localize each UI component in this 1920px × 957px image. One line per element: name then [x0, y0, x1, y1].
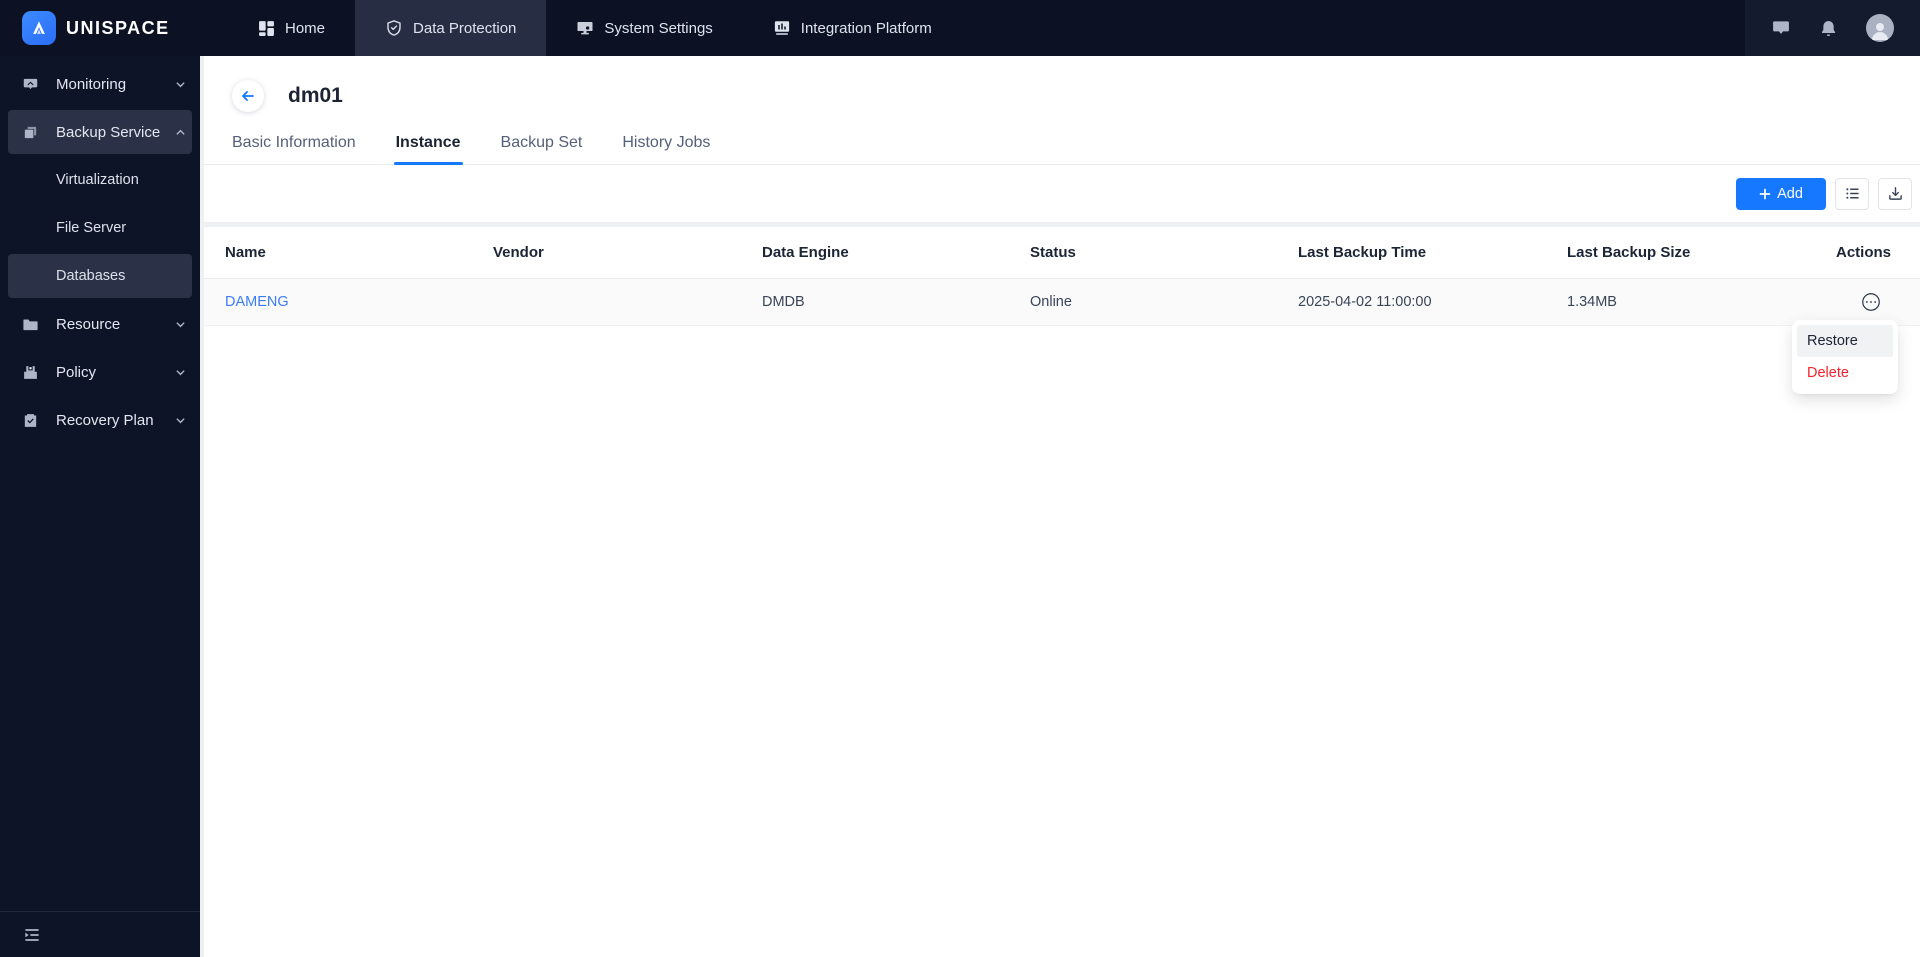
- arrow-left-icon: [242, 91, 254, 101]
- nav-home-label: Home: [285, 19, 326, 37]
- archive-save-icon: [22, 364, 40, 381]
- cell-last-backup-size: 1.34MB: [1567, 294, 1617, 310]
- instance-name-link[interactable]: DAMENG: [225, 294, 289, 310]
- cell-last-backup-time: 2025-04-02 11:00:00: [1298, 294, 1432, 310]
- menu-item-restore[interactable]: Restore: [1797, 325, 1893, 357]
- folder-icon: [22, 316, 40, 333]
- ellipsis-circle-icon[interactable]: [1860, 291, 1882, 313]
- menu-item-delete[interactable]: Delete: [1797, 357, 1893, 389]
- page-header: dm01 Basic Information Instance Backup S…: [204, 56, 1920, 222]
- detail-tabs: Basic Information Instance Backup Set Hi…: [204, 134, 1920, 165]
- sidebar-footer: [0, 911, 200, 957]
- table-toolbar: Add: [204, 165, 1920, 222]
- menu-fold-icon[interactable]: [22, 925, 42, 945]
- add-button-label: Add: [1777, 185, 1803, 202]
- chevron-up-icon: [175, 127, 186, 138]
- topbar-right: [1745, 0, 1920, 56]
- sidebar-label: Databases: [56, 268, 126, 284]
- sidebar-label: Recovery Plan: [56, 411, 154, 429]
- sidebar-item-file-server[interactable]: File Server: [0, 204, 200, 252]
- sidebar-label: Monitoring: [56, 75, 127, 93]
- sidebar-item-policy[interactable]: Policy: [0, 348, 200, 396]
- nav-home[interactable]: Home: [228, 0, 355, 56]
- nav-integration-platform[interactable]: Integration Platform: [743, 0, 962, 56]
- nav-system-settings[interactable]: System Settings: [546, 0, 742, 56]
- copy-layers-icon: [22, 124, 40, 141]
- chevron-down-icon: [175, 415, 186, 426]
- top-navbar: UNISPACE Home Data Protection System Set…: [0, 0, 1920, 56]
- nav-system-settings-label: System Settings: [604, 19, 713, 37]
- cell-data-engine: DMDB: [762, 294, 805, 310]
- column-header-last-backup-time: Last Backup Time: [1298, 244, 1427, 261]
- column-header-name: Name: [225, 244, 266, 261]
- tab-history-jobs[interactable]: History Jobs: [620, 134, 712, 164]
- download-icon: [1888, 187, 1902, 200]
- cell-status: Online: [1030, 294, 1072, 310]
- chevron-down-icon: [175, 79, 186, 90]
- sidebar-item-resource[interactable]: Resource: [0, 300, 200, 348]
- tab-backup-set[interactable]: Backup Set: [499, 134, 585, 164]
- sidebar-label: Backup Service: [56, 123, 161, 141]
- sidebar-label: File Server: [56, 220, 127, 236]
- column-settings-button[interactable]: [1835, 177, 1870, 210]
- chevron-down-icon: [175, 319, 186, 330]
- sidebar-label: Virtualization: [56, 172, 139, 188]
- sidebar-item-monitoring[interactable]: Monitoring: [0, 60, 200, 108]
- column-header-vendor: Vendor: [493, 244, 544, 261]
- tab-basic-information[interactable]: Basic Information: [230, 134, 358, 164]
- monitor-icon: [577, 22, 593, 35]
- export-button[interactable]: [1878, 177, 1913, 210]
- column-header-actions: Actions: [1836, 244, 1892, 261]
- table-header-row: Name Vendor Data Engine Status Last Back…: [204, 227, 1920, 279]
- instance-table: Name Vendor Data Engine Status Last Back…: [204, 227, 1920, 326]
- unispace-logo-icon: [22, 11, 56, 45]
- back-button[interactable]: [232, 80, 264, 112]
- brand-name: UNISPACE: [66, 17, 170, 38]
- bar-chart-box-icon: [774, 21, 789, 35]
- top-nav: Home Data Protection System Settings Int…: [228, 0, 962, 56]
- sidebar-item-databases[interactable]: Databases: [0, 252, 200, 300]
- tab-instance[interactable]: Instance: [393, 134, 463, 165]
- bubble-chevron-icon: [22, 76, 40, 93]
- table-row: DAMENG DMDB Online 2025-04-02 11:00:00 1…: [204, 279, 1920, 326]
- user-avatar[interactable]: [1866, 14, 1894, 42]
- dashboard-grid-icon: [259, 20, 274, 36]
- sidebar-item-backup-service[interactable]: Backup Service: [0, 108, 200, 156]
- bell-icon[interactable]: [1819, 19, 1838, 38]
- message-icon[interactable]: [1771, 18, 1791, 38]
- column-header-data-engine: Data Engine: [762, 244, 849, 261]
- nav-data-protection-label: Data Protection: [413, 19, 517, 37]
- sidebar-label: Resource: [56, 315, 121, 333]
- brand: UNISPACE: [0, 0, 200, 56]
- add-button[interactable]: Add: [1736, 177, 1827, 210]
- sidebar-label: Policy: [56, 363, 97, 381]
- actions-dropdown-menu: Restore Delete: [1792, 320, 1898, 394]
- chevron-down-icon: [175, 367, 186, 378]
- shield-check-icon: [387, 20, 401, 36]
- column-header-status: Status: [1030, 244, 1076, 261]
- sidebar-item-virtualization[interactable]: Virtualization: [0, 156, 200, 204]
- main-content: dm01 Basic Information Instance Backup S…: [200, 56, 1920, 957]
- sidebar-item-recovery-plan[interactable]: Recovery Plan: [0, 396, 200, 444]
- plus-icon: [1759, 188, 1771, 199]
- nav-data-protection[interactable]: Data Protection: [355, 0, 547, 56]
- column-header-last-backup-size: Last Backup Size: [1567, 244, 1691, 261]
- page-title: dm01: [288, 84, 343, 107]
- unordered-list-icon: [1845, 188, 1859, 199]
- sidebar: Monitoring Backup Service Virtualization…: [0, 56, 200, 957]
- nav-integration-platform-label: Integration Platform: [800, 19, 932, 37]
- clipboard-check-icon: [22, 412, 40, 429]
